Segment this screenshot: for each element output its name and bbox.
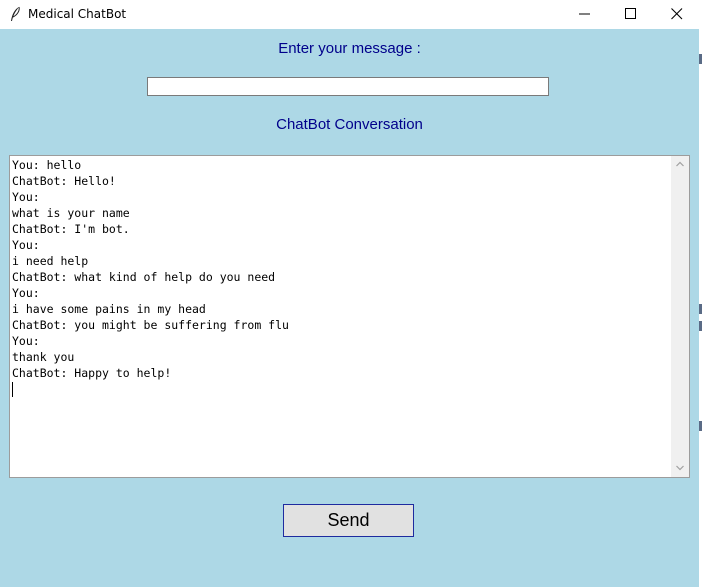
feather-icon <box>9 6 21 22</box>
title-bar: Medical ChatBot <box>0 0 702 29</box>
send-button[interactable]: Send <box>283 504 414 537</box>
conversation-line: what is your name <box>12 206 130 220</box>
close-button[interactable] <box>654 0 700 29</box>
minimize-button[interactable] <box>562 0 608 29</box>
conversation-line: ChatBot: what kind of help do you need <box>12 270 276 284</box>
conversation-textbox[interactable]: You: hello ChatBot: Hello! You: what is … <box>9 155 690 478</box>
conversation-line: i need help <box>12 254 89 268</box>
vertical-scrollbar[interactable] <box>671 156 689 477</box>
message-input[interactable] <box>147 77 549 96</box>
conversation-line: i have some pains in my head <box>12 302 206 316</box>
conversation-label: ChatBot Conversation <box>276 116 423 133</box>
minimize-icon <box>579 13 590 15</box>
conversation-line: You: <box>12 190 40 204</box>
conversation-line: ChatBot: I'm bot. <box>12 222 130 236</box>
conversation-line: ChatBot: Happy to help! <box>12 366 172 380</box>
chat-window-body: Enter your message : ChatBot Conversatio… <box>0 29 699 587</box>
close-icon <box>671 8 683 20</box>
scroll-down-button[interactable] <box>671 460 689 477</box>
chevron-up-icon <box>676 161 684 167</box>
conversation-line: You: <box>12 334 40 348</box>
maximize-icon <box>625 8 636 19</box>
conversation-log[interactable]: You: hello ChatBot: Hello! You: what is … <box>11 157 671 476</box>
text-cursor <box>12 382 13 397</box>
chevron-down-icon <box>676 465 684 471</box>
conversation-line: thank you <box>12 350 75 364</box>
conversation-line: You: <box>12 286 40 300</box>
enter-message-label: Enter your message : <box>278 40 421 57</box>
conversation-line: You: <box>12 238 40 252</box>
conversation-line: You: hello <box>12 158 82 172</box>
maximize-button[interactable] <box>608 0 654 29</box>
conversation-line: ChatBot: Hello! <box>12 174 116 188</box>
scroll-up-button[interactable] <box>671 156 689 173</box>
window-title: Medical ChatBot <box>28 7 127 21</box>
conversation-line: ChatBot: you might be suffering from flu <box>12 318 289 332</box>
